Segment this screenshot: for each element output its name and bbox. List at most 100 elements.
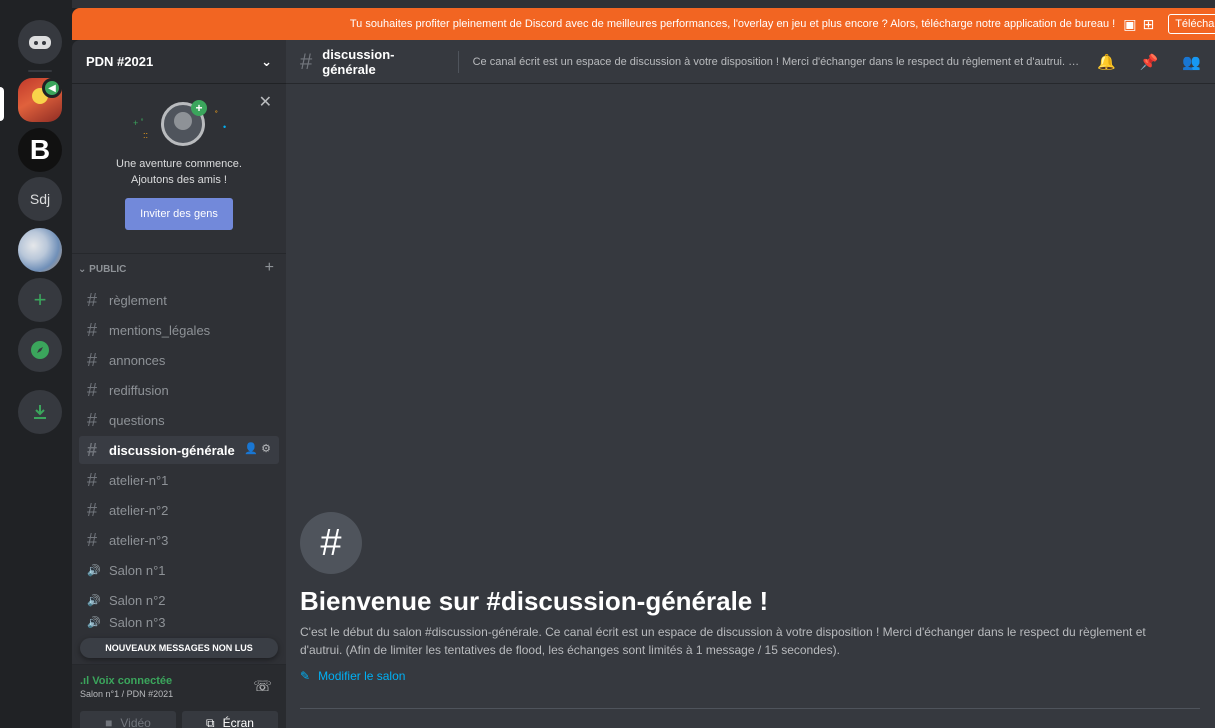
channel-label: atelier-n°3 [109,532,169,548]
category-public[interactable]: ⌄ PUBLIC + [72,254,286,284]
hash-icon: # [87,289,98,310]
channel-label: atelier-n°1 [109,472,169,488]
voice-connected-badge: ◀ [42,78,62,98]
voice-status[interactable]: .ıl Voix connectée [80,675,172,687]
unread-messages-pill[interactable]: NOUVEAUX MESSAGES NON LUS [80,638,278,658]
channel-hash-badge: # [300,512,362,574]
banner-download-button[interactable]: Téléchar [1168,14,1215,34]
add-server-button[interactable]: + [18,278,62,322]
add-channel-icon[interactable]: + [265,259,274,277]
welcome-description: C'est le début du salon #discussion-géné… [300,625,1146,657]
members-icon[interactable]: 👥 [1182,53,1201,71]
chevron-down-icon: ⌄ [78,263,90,275]
bell-icon[interactable]: 🔔 [1097,53,1116,71]
invite-line-1: Une aventure commence. [116,158,242,170]
rail-separator [28,70,52,72]
voice-connection-panel: .ıl Voix connectée Salon n°1 / PDN #2021… [72,664,286,728]
channel-item[interactable]: # atelier-n°3 [79,526,279,554]
compass-icon [31,341,49,359]
channel-item[interactable]: # annonces [79,346,279,374]
invite-member-icon[interactable]: 👤 [244,443,258,455]
channel-label: Salon n°2 [109,592,166,608]
header-divider [457,50,459,73]
server-glyph: B [29,134,51,165]
signal-icon: .ıl [80,675,93,687]
screen-label: Écran [222,716,254,728]
plus-icon: + [33,287,47,312]
channel-item[interactable]: # règlement [79,286,279,314]
hash-icon: # [300,48,313,74]
server-label: Sdj [29,191,51,207]
server-icon-sdj[interactable]: Sdj [18,177,62,221]
channel-header: # discussion-générale Ce canal écrit est… [286,40,1215,84]
selected-server-indicator [0,87,4,121]
channel-label: annonces [109,352,166,368]
download-icon [34,405,46,419]
speaker-icon: 🔊 [87,594,101,607]
guild-header[interactable]: PDN #2021 ⌄ [72,40,286,84]
channel-item[interactable]: # atelier-n°2 [79,496,279,524]
channel-sidebar: PDN #2021 ⌄ ✕ + ˚ :: ˚ • + Une aventure … [72,40,286,728]
channel-label: mentions_légales [109,322,211,338]
channel-label: règlement [109,292,167,308]
channel-item[interactable]: # questions [79,406,279,434]
chevron-down-icon: ⌄ [261,53,272,69]
window-top-strip [0,0,1215,8]
header-toolbar: 🔔 📌 👥 [1097,53,1201,71]
windows-icon[interactable]: ⊞ [1142,16,1160,32]
channel-title: discussion-générale [322,46,395,77]
invite-card: ✕ + ˚ :: ˚ • + Une aventure commence. Aj… [72,84,286,254]
voice-status-label: Voix connectée [92,675,173,687]
invite-people-button[interactable]: Inviter des gens [125,198,233,230]
voice-channel-item[interactable]: 🔊 Salon n°2 [79,586,279,614]
platform-icons: ▣⊞ [1123,16,1160,33]
disconnect-icon[interactable]: ☏ [253,677,272,695]
voice-location: Salon n°1 / PDN #2021 [80,689,174,699]
camera-icon: ■ [105,716,113,728]
welcome-title: Bienvenue sur #discussion-générale ! [300,586,769,616]
category-label: PUBLIC [89,263,127,275]
channel-label: Salon n°3 [109,616,166,628]
pin-icon[interactable]: 📌 [1140,53,1159,71]
channel-item[interactable]: # mentions_légales [79,316,279,344]
server-icon-4[interactable] [18,228,62,272]
invite-illustration: + ˚ :: ˚ • + [129,96,229,152]
server-rail: ◀ B Sdj + [0,0,72,728]
plus-badge-icon: + [191,100,207,116]
pencil-icon: ✎ [300,669,311,683]
discord-home-button[interactable] [18,20,62,64]
android-icon[interactable]: ▣ [1123,16,1142,32]
hash-icon: # [87,529,98,550]
channel-label: questions [109,412,165,428]
invite-line-2: Ajoutons des amis ! [131,174,227,186]
screen-share-icon: ⧉ [206,715,215,728]
screen-share-button[interactable]: ⧉ Écran [182,711,278,728]
video-button[interactable]: ■ Vidéo [80,711,176,728]
discord-logo-icon [29,36,51,49]
voice-channel-item[interactable]: 🔊 Salon n°1 [79,556,279,584]
voice-channel-item[interactable]: 🔊 Salon n°3 [79,616,279,628]
hash-icon: # [87,439,98,460]
channel-item[interactable]: # atelier-n°1 [79,466,279,494]
gear-icon[interactable]: ⚙ [261,443,271,455]
hash-icon: # [87,349,98,370]
explore-servers-button[interactable] [18,328,62,372]
invite-text: Une aventure commence. Ajoutons des amis… [72,156,286,188]
welcome-divider [300,708,1200,709]
edit-channel-label: Modifier le salon [318,669,406,683]
download-apps-button[interactable] [18,390,62,434]
server-icon-2[interactable]: B [18,128,62,172]
channel-label: atelier-n°2 [109,502,169,518]
guild-name: PDN #2021 [86,54,154,69]
channel-item-active[interactable]: # discussion-générale 👤 ⚙ [79,436,279,464]
hash-icon: # [87,379,98,400]
hash-icon: # [87,319,98,340]
speaker-icon: 🔊 [87,564,101,577]
edit-channel-link[interactable]: ✎ Modifier le salon [300,669,405,683]
banner-message: Tu souhaites profiter pleinement de Disc… [349,18,1116,30]
channel-item[interactable]: # rediffusion [79,376,279,404]
close-icon[interactable]: ✕ [259,92,272,112]
channel-label: discussion-générale [109,442,235,458]
channel-topic[interactable]: Ce canal écrit est un espace de discussi… [473,56,1081,68]
channel-label: Salon n°1 [109,562,166,578]
